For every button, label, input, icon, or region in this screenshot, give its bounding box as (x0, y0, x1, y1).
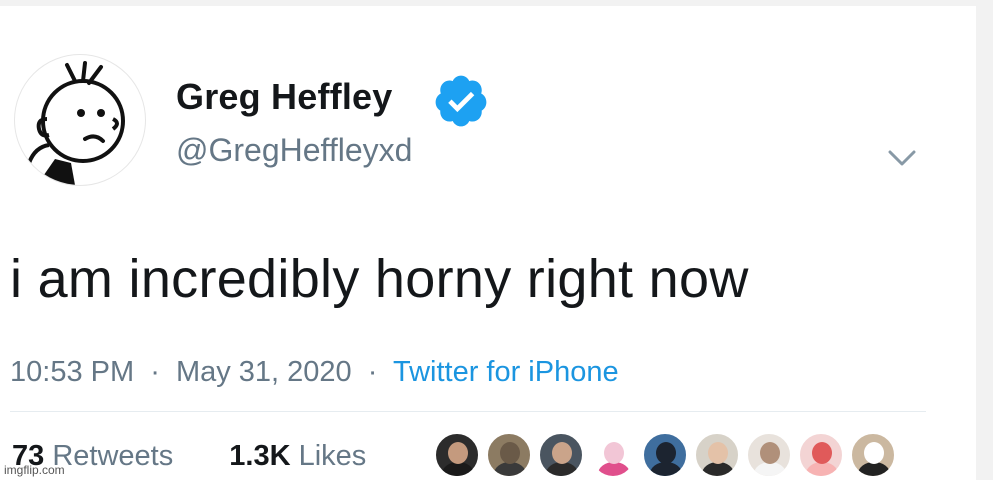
liker-avatar[interactable] (746, 432, 792, 478)
tweet-date[interactable]: May 31, 2020 (176, 356, 352, 388)
tweet-source-link[interactable]: Twitter for iPhone (393, 356, 619, 388)
liker-avatar[interactable] (798, 432, 844, 478)
tweet-text: i am incredibly horny right now (10, 249, 749, 309)
liker-avatar[interactable] (694, 432, 740, 478)
likes-count: 1.3K (229, 440, 291, 472)
avatar-head (760, 442, 780, 464)
retweets-label: Retweets (52, 440, 174, 472)
avatar-body (442, 462, 474, 476)
display-name[interactable]: Greg Heffley (176, 76, 392, 118)
greg-heffley-drawing (27, 61, 125, 185)
avatar-head (656, 442, 676, 464)
avatar-body (546, 462, 578, 476)
tweet-meta: 10:53 PM · May 31, 2020 · Twitter for iP… (10, 356, 619, 389)
avatar-head (812, 442, 832, 464)
liker-avatar[interactable] (486, 432, 532, 478)
liker-avatars (434, 432, 896, 480)
avatar-body (806, 462, 838, 476)
divider (10, 411, 926, 412)
liker-avatar[interactable] (590, 432, 636, 478)
verified-badge-icon (435, 75, 487, 127)
avatar-head (708, 442, 728, 464)
tweet-time[interactable]: 10:53 PM (10, 356, 134, 388)
watermark: imgflip.com (4, 463, 65, 477)
tweet-card: Greg Heffley @GregHeffleyxd i am incredi… (0, 6, 976, 480)
tweet-stats: 73 Retweets 1.3K Likes (12, 440, 366, 473)
avatar-body (598, 462, 630, 476)
likes-label: Likes (298, 440, 367, 472)
meta-separator: · (367, 356, 378, 388)
profile-avatar[interactable] (14, 54, 146, 186)
avatar-head (604, 442, 624, 464)
avatar-body (494, 462, 526, 476)
liker-avatar[interactable] (538, 432, 584, 478)
avatar-body (858, 462, 890, 476)
meta-separator: · (150, 356, 160, 388)
avatar-head (864, 442, 884, 464)
user-handle[interactable]: @GregHeffleyxd (176, 132, 412, 169)
avatar-body (702, 462, 734, 476)
liker-avatar[interactable] (642, 432, 688, 478)
chevron-down-icon[interactable] (884, 144, 920, 172)
avatar-head (552, 442, 572, 464)
avatar-body (754, 462, 786, 476)
avatar-head (500, 442, 520, 464)
likes-stat[interactable]: 1.3K Likes (229, 440, 366, 472)
liker-avatar[interactable] (434, 432, 480, 478)
liker-avatar[interactable] (850, 432, 896, 478)
avatar-body (650, 462, 682, 476)
avatar-head (448, 442, 468, 464)
